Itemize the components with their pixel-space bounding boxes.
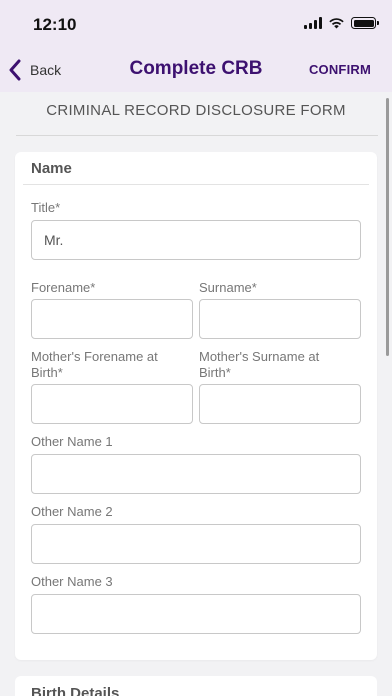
other-name-3-field[interactable] <box>31 594 361 634</box>
surname-label: Surname* <box>199 280 257 295</box>
mothers-forename-label: Mother's Forename at Birth* <box>31 349 158 380</box>
mothers-surname-label: Mother's Surname at Birth* <box>199 349 320 380</box>
battery-icon <box>351 17 379 29</box>
forename-label: Forename* <box>31 280 96 295</box>
form-scroll-area[interactable]: CRIMINAL RECORD DISCLOSURE FORM Name Tit… <box>0 92 392 696</box>
signal-icon <box>304 17 322 29</box>
status-bar: 12:10 <box>0 0 392 48</box>
title-field[interactable]: Mr. <box>31 220 361 260</box>
other-name-3-label: Other Name 3 <box>31 574 113 589</box>
confirm-button[interactable]: CONFIRM <box>309 62 371 77</box>
scrollbar[interactable] <box>386 98 389 356</box>
surname-field[interactable] <box>199 299 361 339</box>
section-title-birth-details: Birth Details <box>31 685 120 696</box>
other-name-2-field[interactable] <box>31 524 361 564</box>
other-name-2-label: Other Name 2 <box>31 504 113 519</box>
mothers-surname-field[interactable] <box>199 384 361 424</box>
status-time: 12:10 <box>33 15 77 34</box>
forename-field[interactable] <box>31 299 193 339</box>
other-name-1-field[interactable] <box>31 454 361 494</box>
mothers-forename-field[interactable] <box>31 384 193 424</box>
status-icons <box>304 16 379 30</box>
section-divider <box>23 184 369 185</box>
form-heading: CRIMINAL RECORD DISCLOSURE FORM <box>46 102 346 119</box>
name-section-card: Name Title* Mr. Forename* Surname* Mothe… <box>15 152 377 660</box>
other-name-1-label: Other Name 1 <box>31 434 113 449</box>
birth-details-section-card: Birth Details <box>15 676 377 696</box>
section-title-name: Name <box>31 160 72 177</box>
title-label: Title* <box>31 200 61 215</box>
nav-bar: Back Complete CRB CONFIRM <box>0 48 392 92</box>
wifi-icon <box>329 18 344 29</box>
heading-divider <box>16 135 378 136</box>
